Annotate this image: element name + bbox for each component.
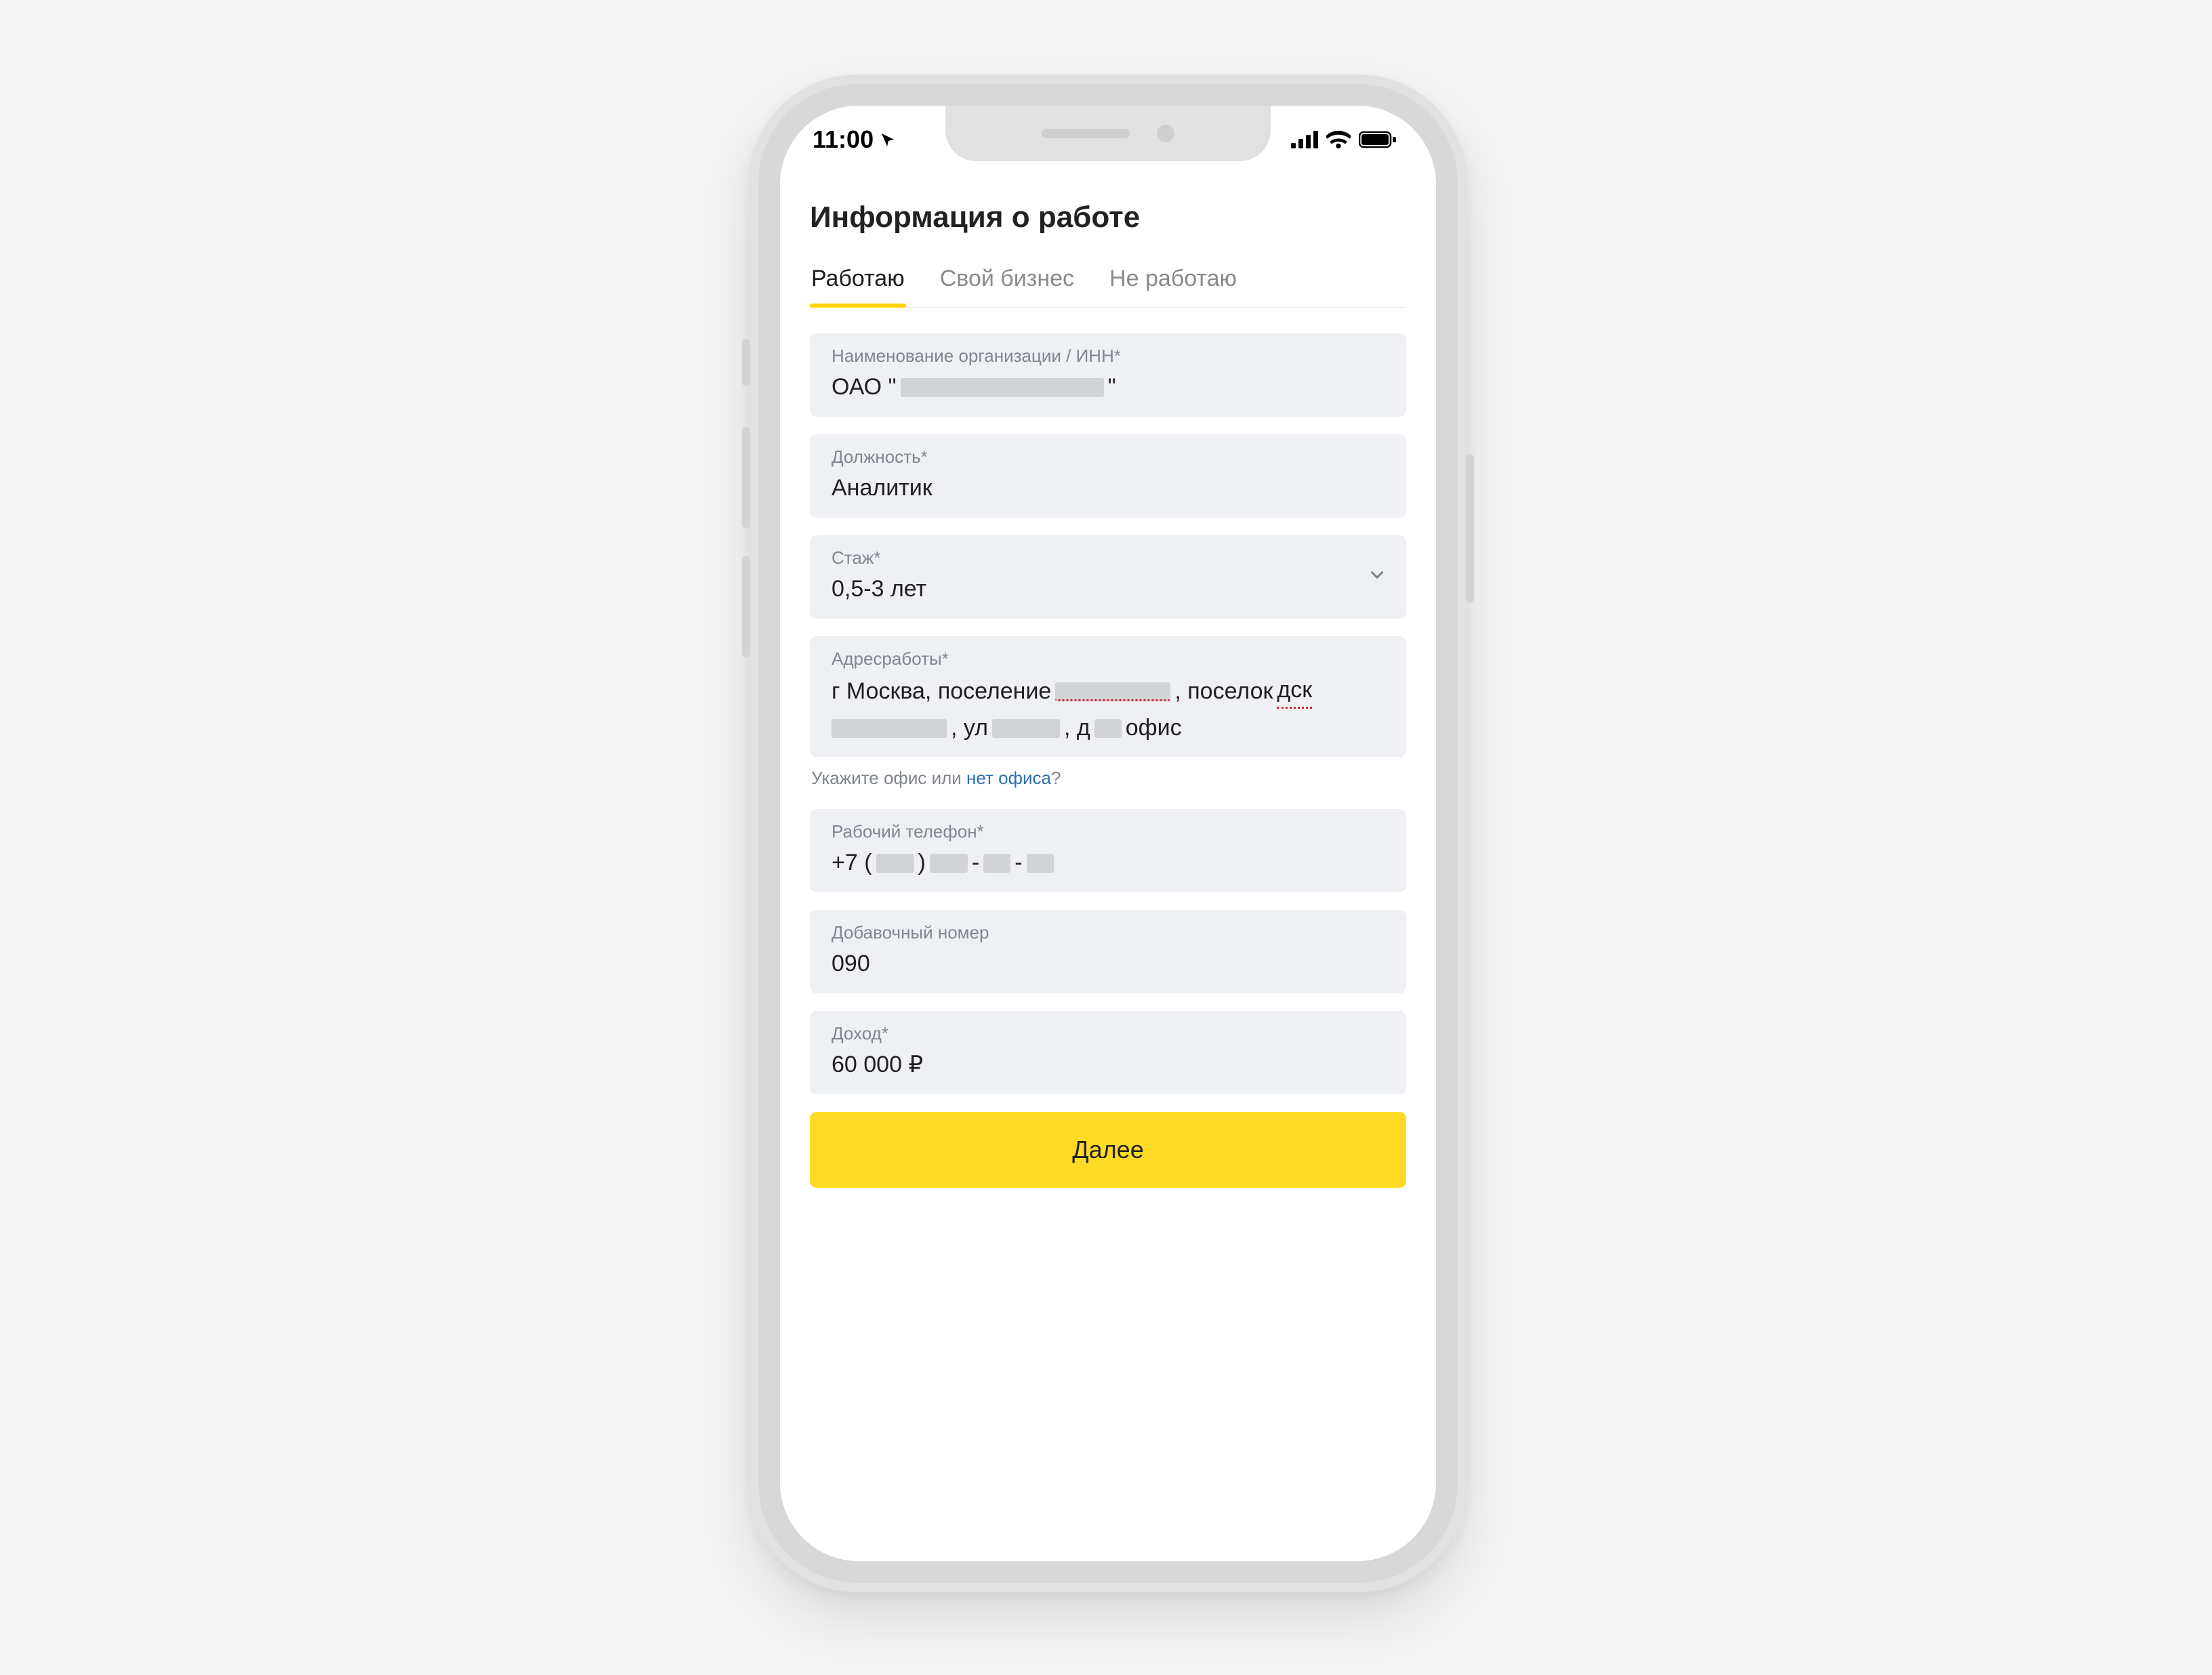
field-value: +7 ( ) - - <box>832 848 1385 879</box>
redacted-text <box>832 719 947 738</box>
field-value: 60 000 ₽ <box>832 1050 1385 1081</box>
field-tenure[interactable]: Стаж* 0,5-3 лет <box>810 535 1406 619</box>
field-label: Рабочий телефон* <box>832 821 1385 842</box>
field-value: 0,5-3 лет <box>832 574 1385 605</box>
phone-screen: 11:00 <box>780 106 1436 1561</box>
field-label: Доход* <box>832 1023 1385 1044</box>
redacted-text <box>876 854 914 873</box>
volume-up-button <box>742 427 750 529</box>
location-icon <box>880 132 895 147</box>
field-work-address[interactable]: Адресработы* г Москва, поселение , посел… <box>810 636 1406 758</box>
redacted-text <box>1055 682 1170 701</box>
field-label: Стаж* <box>832 547 1385 568</box>
office-hint: Укажите офис или нет офиса? <box>811 768 1406 789</box>
field-organization[interactable]: Наименование организации / ИНН* ОАО " " <box>810 333 1406 417</box>
power-button <box>1466 454 1474 603</box>
chevron-down-icon <box>1367 565 1387 589</box>
cellular-icon <box>1291 131 1318 148</box>
tab-own-business[interactable]: Свой бизнес <box>939 266 1076 307</box>
no-office-link[interactable]: нет офиса <box>966 768 1051 788</box>
field-label: Должность* <box>832 447 1385 468</box>
field-income[interactable]: Доход* 60 000 ₽ <box>810 1011 1406 1094</box>
redacted-text <box>992 719 1060 738</box>
field-extension[interactable]: Добавочный номер 090 <box>810 910 1406 993</box>
field-value: Аналитик <box>832 473 1385 504</box>
screen-content: Информация о работе Работаю Свой бизнес … <box>780 173 1436 1561</box>
phone-frame: 11:00 <box>749 75 1467 1592</box>
field-position[interactable]: Должность* Аналитик <box>810 434 1406 518</box>
wifi-icon <box>1326 131 1351 148</box>
field-value: г Москва, поселение , поселок дск , ул ,… <box>832 675 1385 744</box>
silent-switch <box>742 339 750 386</box>
page-title: Информация о работе <box>810 201 1406 234</box>
battery-icon <box>1359 131 1397 148</box>
redacted-text <box>930 854 968 873</box>
tab-unemployed[interactable]: Не работаю <box>1108 266 1238 307</box>
next-button-label: Далее <box>1072 1136 1143 1164</box>
stage: 11:00 <box>0 0 2212 1675</box>
employment-tabs: Работаю Свой бизнес Не работаю <box>810 266 1406 308</box>
field-label: Адресработы* <box>832 648 1385 669</box>
tab-employed[interactable]: Работаю <box>810 266 906 307</box>
status-time: 11:00 <box>813 125 874 154</box>
redacted-text <box>983 854 1010 873</box>
field-label: Наименование организации / ИНН* <box>832 346 1385 367</box>
field-value: 090 <box>832 949 1385 980</box>
field-work-phone[interactable]: Рабочий телефон* +7 ( ) - - <box>810 809 1406 892</box>
field-value: ОАО " " <box>832 372 1385 403</box>
redacted-text <box>901 378 1104 397</box>
volume-down-button <box>742 556 750 657</box>
field-label: Добавочный номер <box>832 922 1385 943</box>
status-bar: 11:00 <box>780 106 1436 173</box>
next-button[interactable]: Далее <box>810 1112 1406 1188</box>
redacted-text <box>1094 719 1122 738</box>
redacted-text <box>1027 854 1054 873</box>
